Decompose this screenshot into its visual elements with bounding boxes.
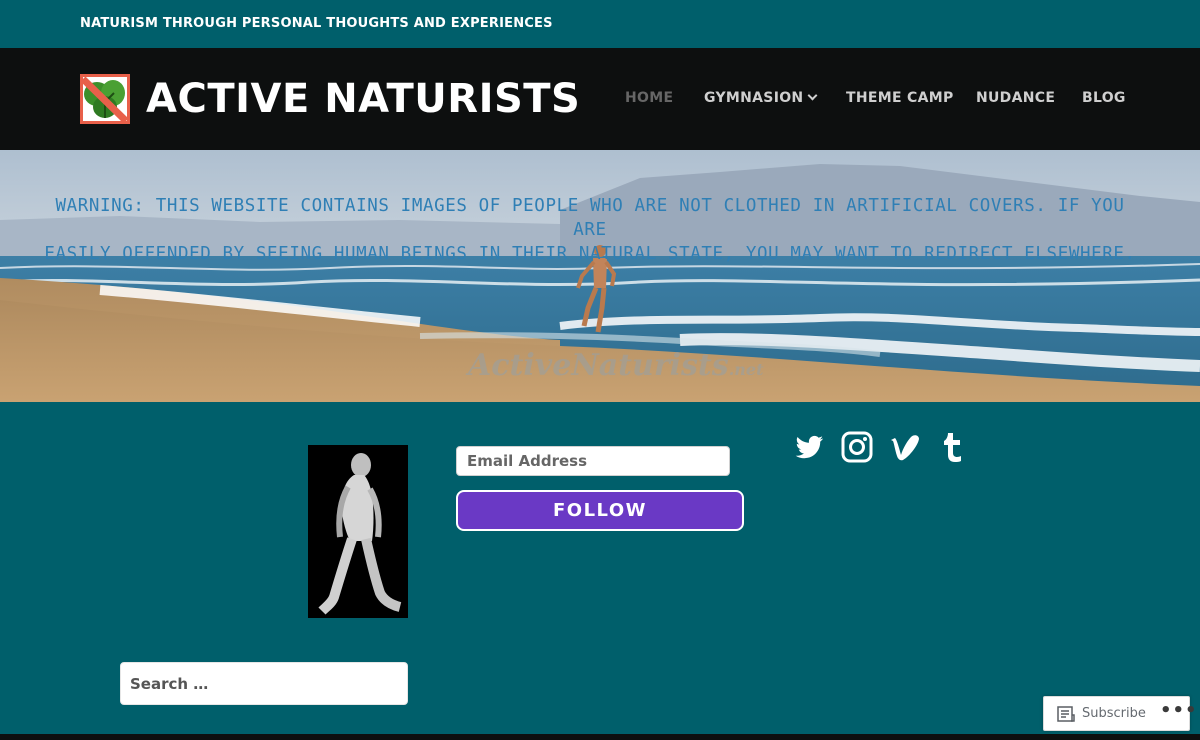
- content-warning: Warning: This website contains images of…: [40, 194, 1140, 266]
- site-tagline: NATURISM THROUGH PERSONAL THOUGHTS AND E…: [80, 16, 553, 31]
- watermark: ActiveNaturists.net: [468, 348, 763, 383]
- tumblr-icon[interactable]: [936, 430, 970, 464]
- watermark-tld: .net: [728, 360, 764, 379]
- site-header: ACTIVE NATURISTS HOME GYMNASION THEME CA…: [0, 48, 1200, 150]
- warning-line-2: easily offended by seeing human beings i…: [44, 244, 1136, 264]
- instagram-icon[interactable]: [840, 430, 874, 464]
- nav-home[interactable]: HOME: [625, 90, 673, 110]
- more-options-button[interactable]: •••: [1160, 700, 1198, 721]
- search-input[interactable]: Search …: [120, 662, 408, 705]
- top-bar: NATURISM THROUGH PERSONAL THOUGHTS AND E…: [0, 0, 1200, 48]
- follow-button[interactable]: FOLLOW: [456, 490, 744, 531]
- footer-edge: [0, 734, 1200, 740]
- leaf-no-sign-icon[interactable]: [80, 74, 130, 124]
- subscribe-bar: Subscribe •••: [1043, 696, 1197, 731]
- warning-line-1: Warning: This website contains images of…: [55, 196, 1125, 240]
- hero-banner: Warning: This website contains images of…: [0, 150, 1200, 402]
- site-title[interactable]: ACTIVE NATURISTS: [146, 74, 580, 124]
- nav-theme-camp[interactable]: THEME CAMP: [846, 90, 954, 110]
- twitter-icon[interactable]: [792, 430, 826, 464]
- watermark-text: ActiveNaturists: [468, 348, 729, 383]
- chevron-down-icon: [807, 90, 818, 101]
- subscribe-button[interactable]: Subscribe: [1082, 706, 1146, 721]
- nav-gymnasion-label: GYMNASION: [704, 90, 804, 106]
- nav-nudance[interactable]: NUDANCE: [976, 90, 1055, 110]
- vimeo-icon[interactable]: [888, 430, 922, 464]
- walking-figure-image[interactable]: [308, 445, 408, 618]
- email-field[interactable]: Email Address: [456, 446, 730, 476]
- reader-icon[interactable]: [1057, 706, 1075, 722]
- nav-blog[interactable]: BLOG: [1082, 90, 1126, 110]
- nav-gymnasion[interactable]: GYMNASION: [704, 90, 818, 110]
